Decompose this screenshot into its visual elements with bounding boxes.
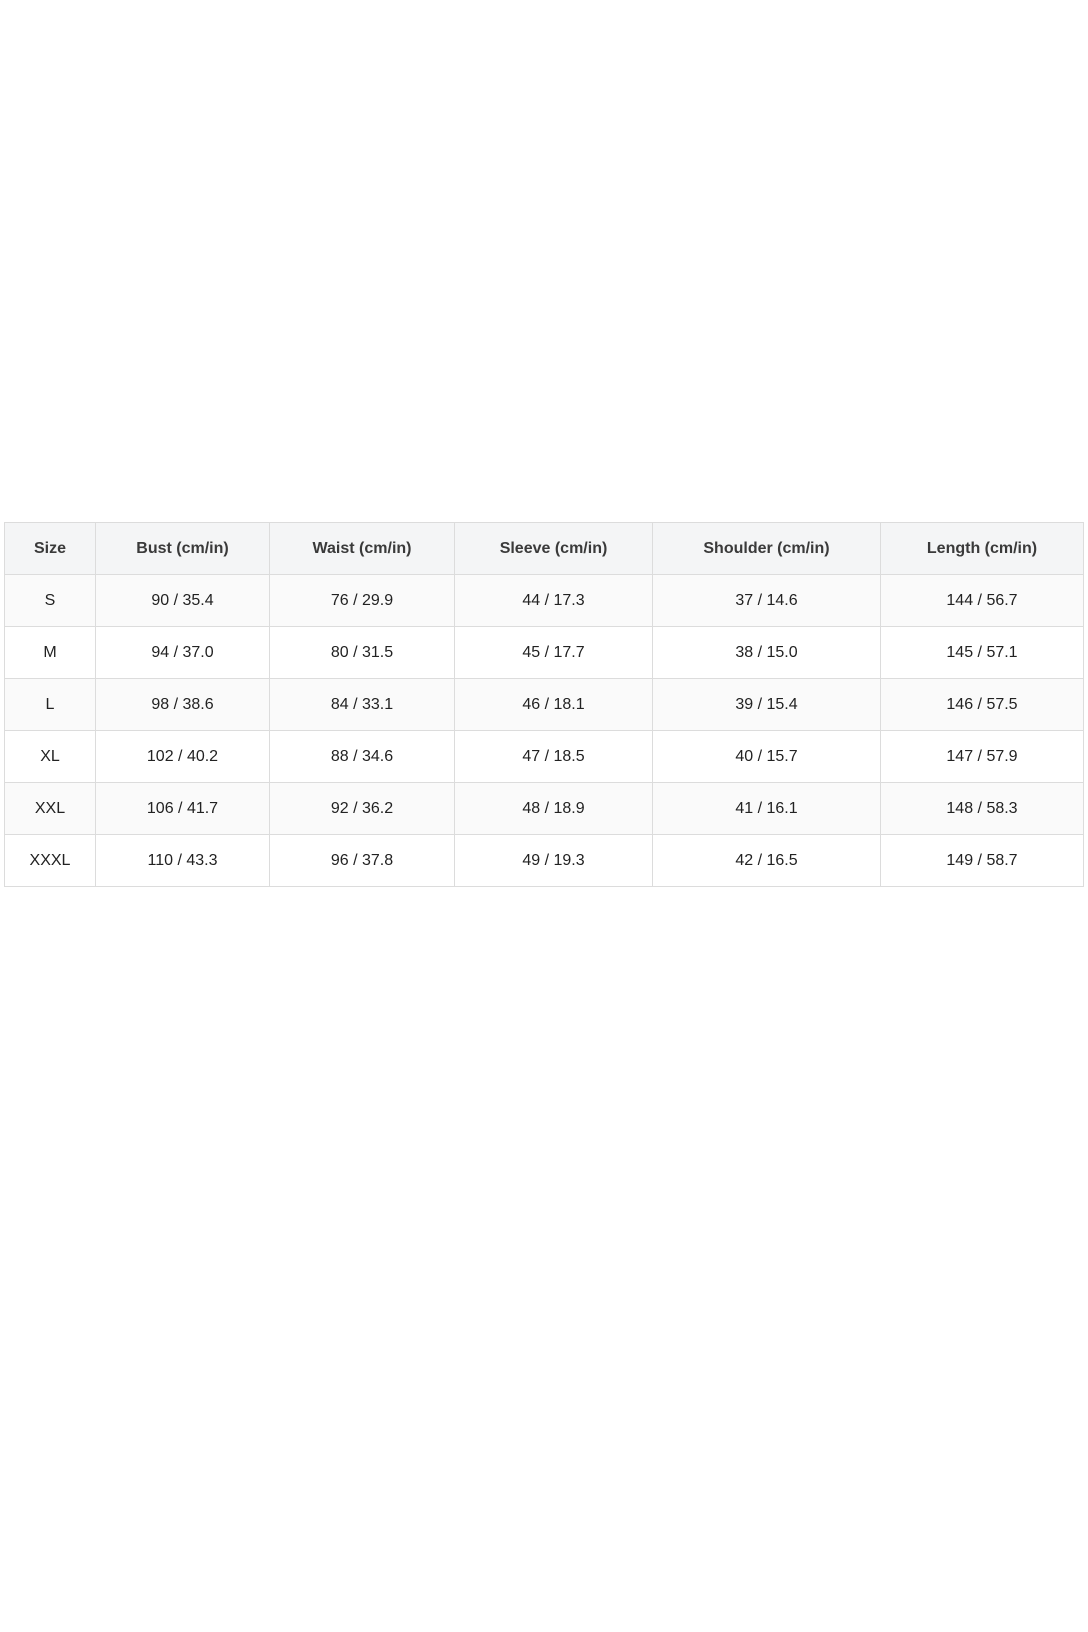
- table-row: S 90 / 35.4 76 / 29.9 44 / 17.3 37 / 14.…: [4, 574, 1084, 627]
- cell-shoulder: 37 / 14.6: [652, 574, 881, 627]
- cell-size: XXXL: [4, 834, 96, 887]
- cell-waist: 88 / 34.6: [269, 730, 455, 783]
- cell-sleeve: 44 / 17.3: [454, 574, 653, 627]
- header-sleeve: Sleeve (cm/in): [454, 522, 653, 575]
- cell-sleeve: 45 / 17.7: [454, 626, 653, 679]
- cell-bust: 98 / 38.6: [95, 678, 270, 731]
- size-chart-table: Size Bust (cm/in) Waist (cm/in) Sleeve (…: [4, 522, 1084, 887]
- header-shoulder: Shoulder (cm/in): [652, 522, 881, 575]
- table-row: XXXL 110 / 43.3 96 / 37.8 49 / 19.3 42 /…: [4, 834, 1084, 887]
- cell-shoulder: 38 / 15.0: [652, 626, 881, 679]
- cell-shoulder: 40 / 15.7: [652, 730, 881, 783]
- header-size: Size: [4, 522, 96, 575]
- table-row: L 98 / 38.6 84 / 33.1 46 / 18.1 39 / 15.…: [4, 678, 1084, 731]
- cell-length: 148 / 58.3: [880, 782, 1084, 835]
- cell-shoulder: 42 / 16.5: [652, 834, 881, 887]
- cell-sleeve: 46 / 18.1: [454, 678, 653, 731]
- cell-size: S: [4, 574, 96, 627]
- cell-length: 147 / 57.9: [880, 730, 1084, 783]
- table-row: M 94 / 37.0 80 / 31.5 45 / 17.7 38 / 15.…: [4, 626, 1084, 679]
- table-row: XL 102 / 40.2 88 / 34.6 47 / 18.5 40 / 1…: [4, 730, 1084, 783]
- cell-length: 145 / 57.1: [880, 626, 1084, 679]
- cell-waist: 84 / 33.1: [269, 678, 455, 731]
- cell-sleeve: 48 / 18.9: [454, 782, 653, 835]
- cell-size: L: [4, 678, 96, 731]
- header-waist: Waist (cm/in): [269, 522, 455, 575]
- cell-waist: 96 / 37.8: [269, 834, 455, 887]
- header-row: Size Bust (cm/in) Waist (cm/in) Sleeve (…: [4, 522, 1084, 575]
- header-length: Length (cm/in): [880, 522, 1084, 575]
- size-chart-header: Size Bust (cm/in) Waist (cm/in) Sleeve (…: [4, 522, 1084, 575]
- cell-shoulder: 41 / 16.1: [652, 782, 881, 835]
- cell-bust: 106 / 41.7: [95, 782, 270, 835]
- cell-waist: 92 / 36.2: [269, 782, 455, 835]
- cell-sleeve: 47 / 18.5: [454, 730, 653, 783]
- cell-bust: 110 / 43.3: [95, 834, 270, 887]
- size-chart-body: S 90 / 35.4 76 / 29.9 44 / 17.3 37 / 14.…: [4, 574, 1084, 887]
- cell-length: 146 / 57.5: [880, 678, 1084, 731]
- cell-length: 149 / 58.7: [880, 834, 1084, 887]
- cell-waist: 76 / 29.9: [269, 574, 455, 627]
- table-row: XXL 106 / 41.7 92 / 36.2 48 / 18.9 41 / …: [4, 782, 1084, 835]
- cell-bust: 94 / 37.0: [95, 626, 270, 679]
- cell-bust: 90 / 35.4: [95, 574, 270, 627]
- cell-size: XL: [4, 730, 96, 783]
- cell-size: XXL: [4, 782, 96, 835]
- cell-length: 144 / 56.7: [880, 574, 1084, 627]
- cell-shoulder: 39 / 15.4: [652, 678, 881, 731]
- cell-bust: 102 / 40.2: [95, 730, 270, 783]
- cell-waist: 80 / 31.5: [269, 626, 455, 679]
- cell-size: M: [4, 626, 96, 679]
- header-bust: Bust (cm/in): [95, 522, 270, 575]
- cell-sleeve: 49 / 19.3: [454, 834, 653, 887]
